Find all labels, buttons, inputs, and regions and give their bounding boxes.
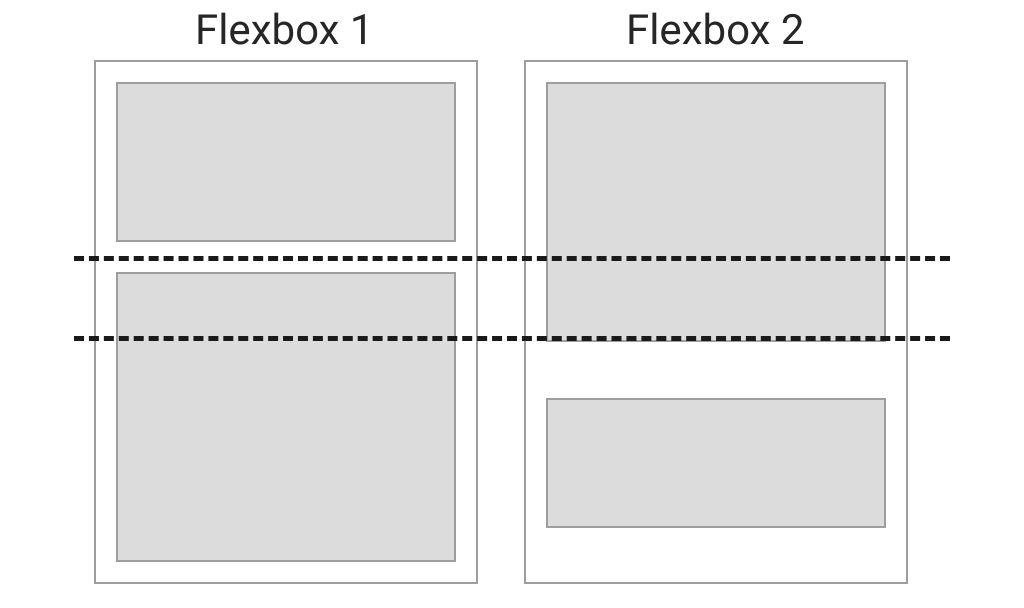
flexbox-1-label: Flexbox 1 [195, 6, 374, 55]
alignment-guide-top [74, 256, 950, 261]
flexbox-2-item-b [546, 398, 886, 528]
flexbox-2-label: Flexbox 2 [626, 6, 805, 55]
alignment-guide-bottom [74, 336, 950, 341]
flexbox-2-item-a [546, 82, 886, 342]
flexbox-1-container [94, 60, 478, 584]
flexbox-1-item-a [116, 82, 456, 242]
flexbox-2-container [524, 60, 908, 584]
diagram-stage: Flexbox 1 Flexbox 2 [0, 0, 1024, 608]
flexbox-1-item-b [116, 272, 456, 562]
